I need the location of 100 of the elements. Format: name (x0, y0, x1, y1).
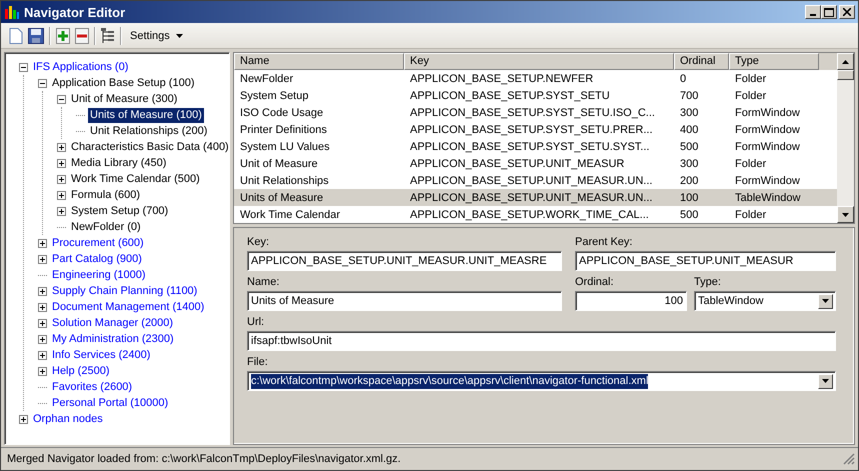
tree-item[interactable]: Engineering (1000) (50, 268, 148, 282)
settings-menu[interactable]: Settings (127, 28, 186, 44)
table-cell-text: 0 (679, 72, 688, 84)
column-header[interactable]: Type (729, 53, 819, 70)
input-field[interactable]: APPLICON_BASE_SETUP.UNIT_MEASUR.UNIT_MEASRE (247, 251, 562, 271)
table-cell-text: FormWindow (734, 174, 801, 186)
tree-item[interactable]: Supply Chain Planning (1100) (50, 284, 200, 298)
tree-item[interactable]: NewFolder (0) (69, 220, 143, 234)
input-field[interactable]: 100 (575, 291, 687, 311)
table-cell-text: System LU Values (239, 140, 331, 152)
field-label: File: (247, 355, 269, 370)
table-row[interactable]: System LU Values APPLICON_BASE_SETUP.SYST_SETU.SYST... 500 FormWindow (234, 138, 837, 155)
input-field[interactable]: Units of Measure (247, 291, 562, 311)
table-cell-text: FormWindow (734, 106, 801, 118)
tree-item[interactable]: Personal Portal (10000) (50, 396, 170, 410)
expand-icon[interactable] (38, 366, 47, 376)
tree-item[interactable]: Procurement (600) (50, 236, 146, 250)
expand-icon[interactable] (57, 206, 66, 216)
tree-item[interactable]: Formula (600) (69, 188, 142, 202)
table-row[interactable]: Unit of Measure APPLICON_BASE_SETUP.UNIT_MEASUR 300 Folder (234, 155, 837, 172)
table-cell-text: Unit of Measure (239, 158, 319, 170)
tree-item[interactable]: Orphan nodes (31, 412, 105, 426)
expand-icon[interactable] (57, 142, 66, 152)
table-cell-text: FormWindow (734, 124, 801, 136)
table-row[interactable]: Unit Relationships APPLICON_BASE_SETUP.UNIT_MEASUR.UN... 200 FormWindow (234, 172, 837, 189)
maximize-button[interactable] (821, 5, 837, 19)
table-cell-text: Folder (734, 208, 768, 220)
column-header[interactable]: Ordinal (674, 53, 729, 70)
size-grip-icon[interactable] (843, 453, 855, 465)
input-field[interactable]: ifsapf:tbwIsoUnit (247, 331, 836, 351)
table-cell-text: 700 (679, 90, 700, 102)
add-icon[interactable] (56, 28, 70, 44)
collapse-icon[interactable] (19, 62, 28, 72)
scroll-up-icon[interactable] (842, 60, 849, 64)
table-cell-text: 400 (679, 124, 700, 136)
tree-item[interactable]: Part Catalog (900) (50, 252, 144, 266)
tree-item[interactable]: Document Management (1400) (50, 300, 206, 314)
scroll-thumb[interactable] (837, 70, 854, 80)
table-row[interactable]: ISO Code Usage APPLICON_BASE_SETUP.SYST_SETU.ISO_C... 300 FormWindow (234, 104, 837, 121)
tree-item[interactable]: Media Library (450) (69, 156, 168, 170)
tree-item[interactable]: My Administration (2300) (50, 332, 176, 346)
table-cell-text: 300 (679, 106, 700, 118)
scroll-down-icon[interactable] (842, 212, 849, 216)
expand-icon[interactable] (38, 254, 47, 264)
remove-icon[interactable] (75, 28, 89, 44)
tree-item[interactable]: Info Services (2400) (50, 348, 152, 362)
tree-item[interactable]: Work Time Calendar (500) (69, 172, 202, 186)
column-header[interactable]: Key (404, 53, 674, 70)
field-label: Url: (247, 315, 266, 330)
table-cell-text: 300 (679, 158, 700, 170)
table-row[interactable]: System Setup APPLICON_BASE_SETUP.SYST_SETU 700 Folder (234, 87, 837, 104)
table-cell-text: APPLICON_BASE_SETUP.UNIT_MEASUR.UN... (409, 192, 654, 204)
tree-item[interactable]: Favorites (2600) (50, 380, 134, 394)
table-cell-text: 100 (679, 192, 700, 204)
table-row[interactable]: Units of Measure APPLICON_BASE_SETUP.UNIT_MEASUR.UN... 100 TableWindow (234, 189, 837, 206)
table-cell-text: TableWindow (734, 192, 802, 204)
collapse-icon[interactable] (57, 94, 66, 104)
expand-icon[interactable] (57, 174, 66, 184)
expand-icon[interactable] (38, 334, 47, 344)
table-cell-text: 500 (679, 140, 700, 152)
new-document-icon[interactable] (9, 28, 23, 44)
expand-icon[interactable] (38, 238, 47, 248)
table-row[interactable]: NewFolder APPLICON_BASE_SETUP.NEWFER 0 Folder (234, 70, 837, 87)
table-cell-text: System Setup (239, 90, 310, 102)
table-cell-text: APPLICON_BASE_SETUP.SYST_SETU.SYST... (409, 140, 650, 152)
tree-item[interactable]: Unit Relationships (200) (88, 124, 210, 138)
tree-icon[interactable] (101, 28, 115, 44)
input-field[interactable]: APPLICON_BASE_SETUP.UNIT_MEASUR (575, 251, 836, 271)
type-dropdown[interactable]: TableWindow (694, 291, 836, 311)
expand-icon[interactable] (38, 350, 47, 360)
table-cell-text: APPLICON_BASE_SETUP.WORK_TIME_CAL... (409, 208, 650, 220)
expand-icon[interactable] (38, 286, 47, 296)
tree-item[interactable]: IFS Applications (0) (31, 60, 130, 74)
file-dropdown[interactable]: c:\work\falcontmp\workspace\appsrv\source\appsrv\client\navigator-functional.xml (247, 371, 836, 391)
table-cell-text: APPLICON_BASE_SETUP.UNIT_MEASUR (409, 158, 626, 170)
tree-item[interactable]: Characteristics Basic Data (400) (69, 140, 231, 154)
expand-icon[interactable] (19, 414, 28, 424)
maximize-icon (824, 8, 834, 16)
close-button[interactable] (839, 5, 855, 19)
collapse-icon[interactable] (38, 78, 47, 88)
expand-icon[interactable] (38, 302, 47, 312)
table-row[interactable]: Printer Definitions APPLICON_BASE_SETUP.SYST_SETU.PRER... 400 FormWindow (234, 121, 837, 138)
tree-item[interactable]: Unit of Measure (300) (69, 92, 180, 106)
tree-item[interactable]: System Setup (700) (69, 204, 170, 218)
expand-icon[interactable] (38, 318, 47, 328)
table-cell-text: 500 (679, 208, 700, 220)
table-cell-text: NewFolder (239, 72, 294, 84)
table-cell-text: Folder (734, 72, 768, 84)
expand-icon[interactable] (57, 190, 66, 200)
column-header[interactable]: Name (234, 53, 404, 70)
table-row[interactable]: Work Time Calendar APPLICON_BASE_SETUP.WORK_TIME_CAL... 500 Folder (234, 206, 837, 223)
save-icon[interactable] (28, 28, 44, 44)
tree-item[interactable]: Help (2500) (50, 364, 112, 378)
expand-icon[interactable] (57, 158, 66, 168)
table-cell-text: Unit Relationships (239, 174, 330, 186)
scrollbar[interactable] (837, 53, 854, 223)
minimize-button[interactable] (805, 5, 821, 19)
tree-item[interactable]: Units of Measure (100) (88, 108, 204, 122)
tree-item[interactable]: Application Base Setup (100) (50, 76, 196, 90)
tree-item[interactable]: Solution Manager (2000) (50, 316, 176, 330)
